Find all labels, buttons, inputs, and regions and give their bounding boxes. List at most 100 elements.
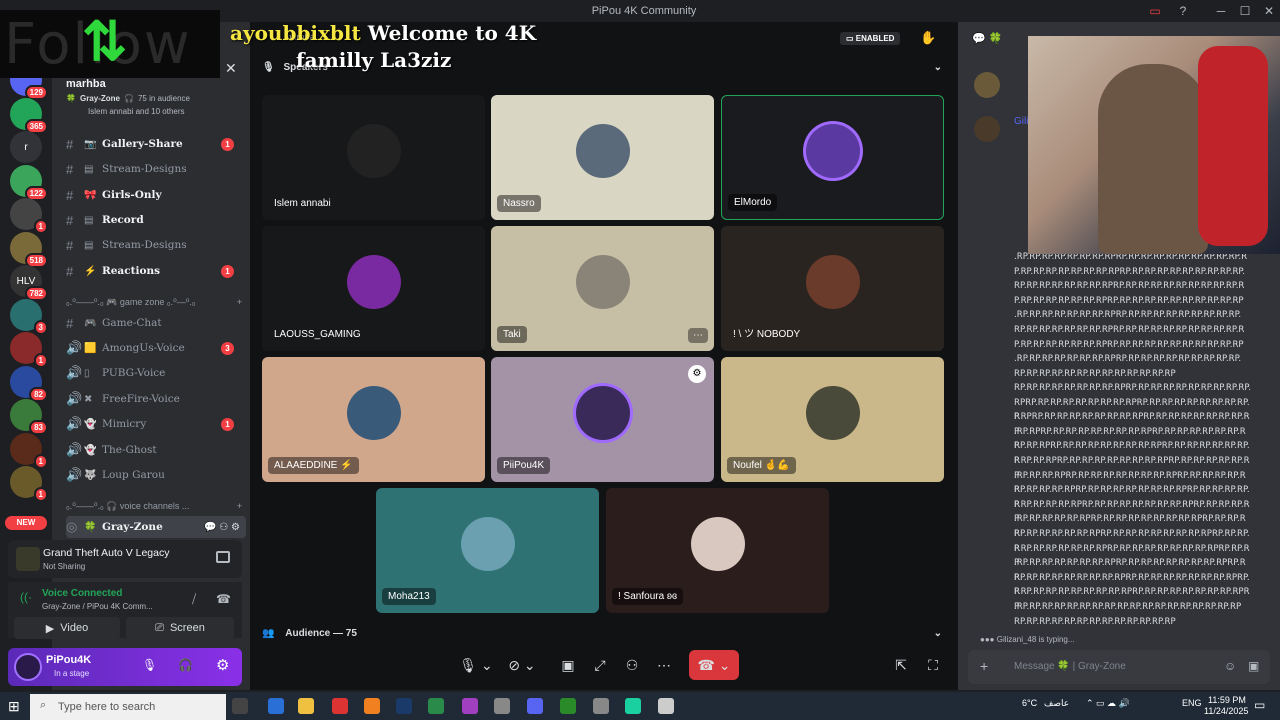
start-icon[interactable]: ⊞: [8, 698, 20, 715]
message-avatar[interactable]: [974, 72, 1000, 98]
channel-item[interactable]: 🔊 👻 The-Ghost: [66, 439, 246, 461]
server-icon[interactable]: 1: [10, 332, 48, 368]
stage-actions-icon[interactable]: 💬 ⚇ ⚙: [204, 522, 240, 533]
taskbar-app-icon[interactable]: [462, 698, 478, 714]
server-icon[interactable]: 1: [10, 432, 48, 469]
enabled-badge[interactable]: ▭ ENABLED: [840, 32, 901, 45]
server-icon[interactable]: HLV 782: [10, 265, 48, 301]
message-input[interactable]: + Message 🍀 | Gray-Zone ☺ ▣: [968, 650, 1270, 684]
headset-icon[interactable]: 🎧: [178, 658, 193, 672]
channel-item[interactable]: # ⚡ Reactions 1: [66, 260, 246, 282]
taskbar-app-icon[interactable]: [396, 698, 412, 714]
maximize-button[interactable]: ☐: [1232, 0, 1258, 22]
server-icon[interactable]: 518: [10, 231, 48, 268]
speaker-tile[interactable]: ElMordo: [721, 95, 944, 220]
server-icon[interactable]: 1: [10, 466, 48, 502]
channel-item[interactable]: ◎ 🍀 Gray-Zone 💬 ⚇ ⚙: [66, 516, 246, 538]
noise-suppression-icon[interactable]: ⧸: [192, 592, 196, 607]
close-icon[interactable]: ✕: [225, 60, 237, 77]
speaker-tile[interactable]: Taki ⋯: [491, 226, 714, 351]
speaker-tile[interactable]: PiiPou4K ⚙: [491, 357, 714, 482]
stage-header[interactable]: marhba 🍀 Gray-Zone 🎧 75 in audience Isle…: [66, 78, 236, 116]
add-channel-icon[interactable]: +: [237, 297, 242, 308]
new-badge[interactable]: NEW: [5, 516, 47, 530]
disconnect-icon[interactable]: ☎: [216, 592, 231, 606]
leave-stage-button[interactable]: ☎ ⌄: [689, 650, 739, 680]
server-icon[interactable]: 82: [10, 365, 48, 402]
taskbar-app-icon[interactable]: [494, 698, 510, 714]
speaker-tile[interactable]: ALAAEDDINE ⚡: [262, 357, 485, 482]
taskbar-app-icon[interactable]: [364, 698, 380, 714]
invite-button[interactable]: ⚇: [620, 650, 644, 680]
mic-button[interactable]: 🎙 ⌄: [456, 650, 496, 680]
speaker-tile[interactable]: Nassro: [491, 95, 714, 220]
taskbar-app-icon[interactable]: [593, 698, 609, 714]
activity-button[interactable]: ▣: [556, 650, 580, 680]
camera-off-button[interactable]: ⊘ ⌄: [502, 650, 542, 680]
taskbar-app-icon[interactable]: [658, 698, 674, 714]
message-avatar[interactable]: [974, 116, 1000, 142]
taskbar-app-icon[interactable]: [428, 698, 444, 714]
share-icon[interactable]: [216, 551, 230, 563]
channel-item[interactable]: # 📷 Gallery-Share 1: [66, 133, 246, 155]
voice-location[interactable]: Gray-Zone / PiPou 4K Comm...: [42, 602, 192, 611]
taskbar-app-icon[interactable]: [527, 698, 543, 714]
server-icon[interactable]: 1: [10, 198, 48, 234]
minimize-button[interactable]: ─: [1208, 0, 1234, 22]
help-icon[interactable]: ?: [1170, 0, 1196, 22]
speaker-tile[interactable]: LAOUSS_GAMING: [262, 226, 485, 351]
clock-date[interactable]: 11/24/2025: [1204, 706, 1248, 716]
channel-item[interactable]: # ▤ Record: [66, 209, 246, 231]
taskbar-app-icon[interactable]: [625, 698, 641, 714]
more-button[interactable]: ⋯: [652, 650, 676, 680]
screen-share-icon[interactable]: ▭: [1142, 0, 1168, 22]
taskbar-app-icon[interactable]: [268, 698, 284, 714]
language-indicator[interactable]: ENG: [1182, 698, 1202, 708]
channel-item[interactable]: 🔊 ▯ PUBG-Voice: [66, 362, 246, 384]
taskbar-app-icon[interactable]: [298, 698, 314, 714]
taskbar-app-icon[interactable]: [232, 698, 248, 714]
server-icon[interactable]: r: [10, 131, 42, 163]
popout-icon[interactable]: ⇱: [890, 650, 912, 680]
settings-icon[interactable]: ⚙: [216, 656, 229, 674]
mic-icon[interactable]: 🎙: [142, 658, 157, 672]
channel-item[interactable]: # 🎀 Girls-Only: [66, 184, 246, 206]
channel-item[interactable]: 🔊 👻 Mimicry 1: [66, 413, 246, 435]
close-button[interactable]: ✕: [1256, 0, 1280, 22]
speaker-tile[interactable]: ! Sanfoura ʚɞ: [606, 488, 829, 613]
speaker-tile[interactable]: ! \ ツ NOBODY: [721, 226, 944, 351]
server-icon[interactable]: 83: [10, 399, 48, 435]
hand-icon[interactable]: ✋: [920, 30, 936, 46]
screen-button[interactable]: ⎚ Screen: [126, 617, 234, 639]
speaker-tile[interactable]: Noufel 🤞💪: [721, 357, 944, 482]
emoji-icon[interactable]: ☺: [1224, 659, 1236, 673]
server-icon[interactable]: 365: [10, 97, 48, 134]
fullscreen-icon[interactable]: ⛶: [922, 650, 944, 680]
server-icon[interactable]: 122: [10, 164, 48, 201]
server-icon[interactable]: 3: [10, 298, 48, 335]
collapse-audience-icon[interactable]: ⌄: [934, 628, 942, 639]
speaker-tile[interactable]: Moha213: [376, 488, 599, 613]
weather-temp[interactable]: 6°C: [1022, 698, 1037, 708]
channel-item[interactable]: 🔊 🐺 Loup Garou: [66, 464, 246, 486]
channel-item[interactable]: 🔊 ✖ FreeFire-Voice: [66, 388, 246, 410]
channel-category[interactable]: ₀.⁰——⁰.₀ 🎮 game zone ₀.⁰—⁰.₀ +: [66, 297, 242, 308]
taskbar-app-icon[interactable]: [332, 698, 348, 714]
channel-item[interactable]: # 🎮 Game-Chat: [66, 312, 246, 334]
taskbar-app-icon[interactable]: [560, 698, 576, 714]
more-options-icon[interactable]: ⋯: [688, 328, 708, 343]
avatar[interactable]: [14, 653, 42, 681]
collapse-speakers-icon[interactable]: ⌄: [934, 62, 942, 73]
add-icon[interactable]: +: [980, 658, 988, 674]
add-channel-icon[interactable]: +: [237, 501, 242, 512]
channel-item[interactable]: # ▤ Stream-Designs: [66, 234, 246, 256]
channel-item[interactable]: # ▤ Stream-Designs: [66, 158, 246, 180]
notifications-icon[interactable]: ▭: [1254, 698, 1265, 712]
channel-item[interactable]: 🔊 🟨 AmongUs-Voice 3: [66, 337, 246, 359]
channel-category[interactable]: ₀.⁰——⁰.₀ 🎧 voice channels ... +: [66, 501, 242, 512]
video-button[interactable]: ▶ Video: [14, 617, 120, 639]
gif-icon[interactable]: ▣: [1248, 659, 1259, 673]
tray-icons[interactable]: ⌃ ▭ ☁ 🔊: [1086, 698, 1130, 709]
clock-time[interactable]: 11:59 PM: [1208, 695, 1246, 705]
move-audience-button[interactable]: ⤢: [588, 650, 612, 680]
